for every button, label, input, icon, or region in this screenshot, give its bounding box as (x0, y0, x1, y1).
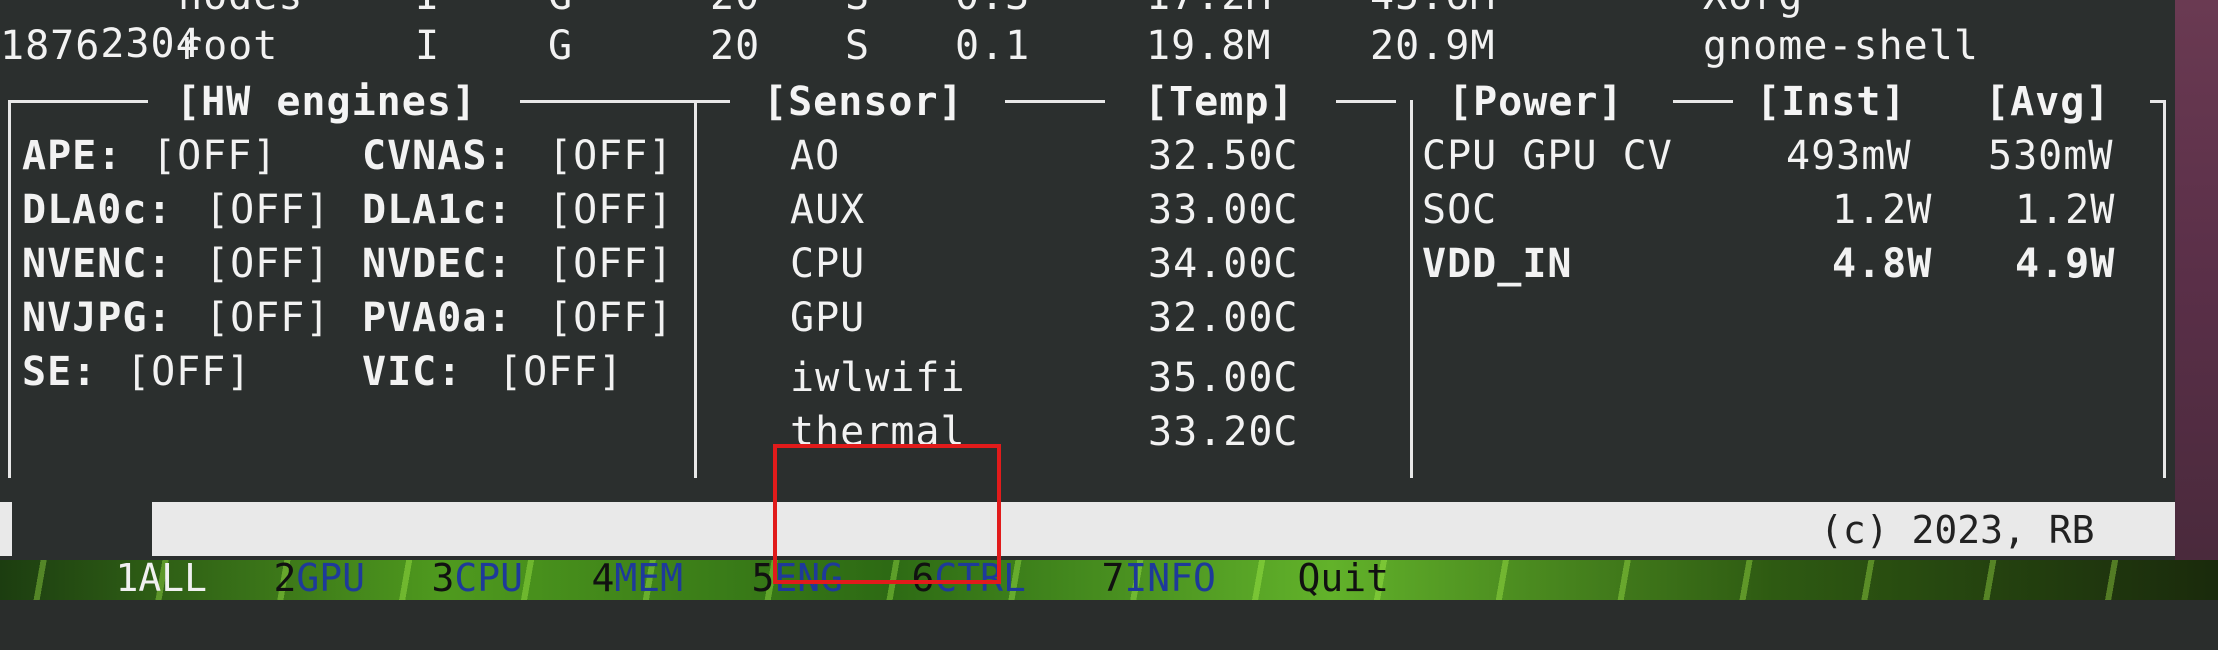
hw-engine-name: APE: (22, 133, 123, 179)
menu-tab-cpu[interactable]: 3CPU (340, 506, 524, 650)
window-frame-edge (2175, 0, 2218, 560)
hw-engine-state: [OFF] (548, 133, 674, 179)
copyright-text: (c) 2023, RB (1820, 508, 2095, 552)
menu-tab-all[interactable]: 1ALL (24, 506, 208, 650)
process-cpu: 0.3 (955, 0, 1030, 20)
frame-top-line (520, 100, 730, 103)
power-rail-name: SOC (1422, 187, 1498, 233)
process-cmd: Xorg (1703, 0, 1803, 20)
sensor-temp: 34.00C (1148, 241, 1299, 287)
hw-engine-name: CVNAS: (362, 133, 513, 179)
hw-engine-name: DLA1c: (362, 187, 513, 233)
power-inst: 1.2W (1832, 187, 1933, 233)
hw-engine-state: [OFF] (548, 187, 674, 233)
frame-divider-hw-sensor (694, 100, 697, 478)
process-res: 20.9M (1370, 23, 1496, 69)
hw-engine-name: SE: (22, 349, 98, 395)
sensor-temp: 32.00C (1148, 295, 1299, 341)
inst-title: [Inst] (1756, 79, 1907, 125)
hw-engine-name: NVDEC: (362, 241, 513, 287)
frame-right-border (2163, 100, 2166, 478)
power-avg: 530mW (1988, 133, 2114, 179)
frame-divider-sensor-power (1410, 100, 1413, 478)
hw-engine-state: [OFF] (126, 349, 252, 395)
sensor-name: GPU (790, 295, 866, 341)
hw-engine-name: PVA0a: (362, 295, 513, 341)
sensor-temp: 35.00C (1148, 355, 1299, 401)
process-state: S (845, 23, 871, 69)
sensor-name: CPU (790, 241, 866, 287)
process-pri: I (415, 0, 440, 20)
power-inst: 493mW (1786, 133, 1912, 179)
process-mem: 17.2M (1146, 0, 1271, 20)
temp-title: [Temp] (1144, 79, 1295, 125)
highlight-annotation (773, 444, 1001, 584)
jtop-terminal: 2304 nodes I G 20 S 0.3 17.2M 45.6M Xorg… (0, 0, 2175, 600)
sensor-title: [Sensor] (763, 79, 964, 125)
sensor-temp: 32.50C (1148, 133, 1299, 179)
menu-tab-gpu[interactable]: 2GPU (182, 506, 366, 650)
hw-engine-name: VIC: (362, 349, 463, 395)
hw-engine-state: [OFF] (205, 295, 331, 341)
process-g: G (548, 0, 573, 20)
hw-engine-state: [OFF] (152, 133, 278, 179)
frame-top-line (1005, 100, 1105, 103)
process-pri: I (415, 23, 441, 69)
hw-engine-name: NVENC: (22, 241, 173, 287)
hw-engines-title: [HW engines] (176, 79, 477, 125)
process-cmd: gnome-shell (1703, 23, 1979, 69)
hw-engine-name: DLA0c: (22, 187, 173, 233)
hw-engine-state: [OFF] (205, 187, 331, 233)
sensor-name: iwlwifi (790, 355, 966, 401)
power-rail-name: CPU GPU CV (1422, 133, 1673, 179)
power-avg: 4.9W (2015, 241, 2116, 287)
power-inst: 4.8W (1832, 241, 1933, 287)
power-rail-name: VDD_IN (1422, 241, 1573, 287)
hw-engine-state: [OFF] (205, 241, 331, 287)
menu-quit[interactable]: Quit (1206, 506, 1390, 650)
sensor-name: AUX (790, 187, 866, 233)
sensor-temp: 33.20C (1148, 409, 1299, 455)
process-user: nodes (178, 0, 303, 20)
frame-top-line (1673, 100, 1733, 103)
frame-left-border (8, 100, 11, 478)
process-mem: 19.8M (1146, 23, 1272, 69)
process-nice: 20 (710, 0, 760, 20)
frame-top-line (1336, 100, 1396, 103)
process-state: S (845, 0, 870, 20)
power-avg: 1.2W (2015, 187, 2116, 233)
process-nice: 20 (710, 23, 761, 69)
process-user: root (178, 23, 279, 69)
hw-engine-state: [OFF] (548, 295, 674, 341)
process-res: 45.6M (1370, 0, 1495, 20)
process-pid[interactable]: 1876 (0, 22, 100, 70)
process-cpu: 0.1 (955, 23, 1031, 69)
hw-engine-state: [OFF] (498, 349, 624, 395)
menu-tab-mem[interactable]: 4MEM (500, 506, 684, 650)
sensor-name: AO (790, 133, 841, 179)
frame-top-line (8, 100, 148, 103)
hw-engine-state: [OFF] (548, 241, 674, 287)
sensor-temp: 33.00C (1148, 187, 1299, 233)
process-g: G (548, 23, 574, 69)
avg-title: [Avg] (1985, 79, 2111, 125)
power-title: [Power] (1448, 79, 1624, 125)
hw-engine-name: NVJPG: (22, 295, 173, 341)
menu-tab-info[interactable]: 7INFO (1010, 506, 1216, 650)
